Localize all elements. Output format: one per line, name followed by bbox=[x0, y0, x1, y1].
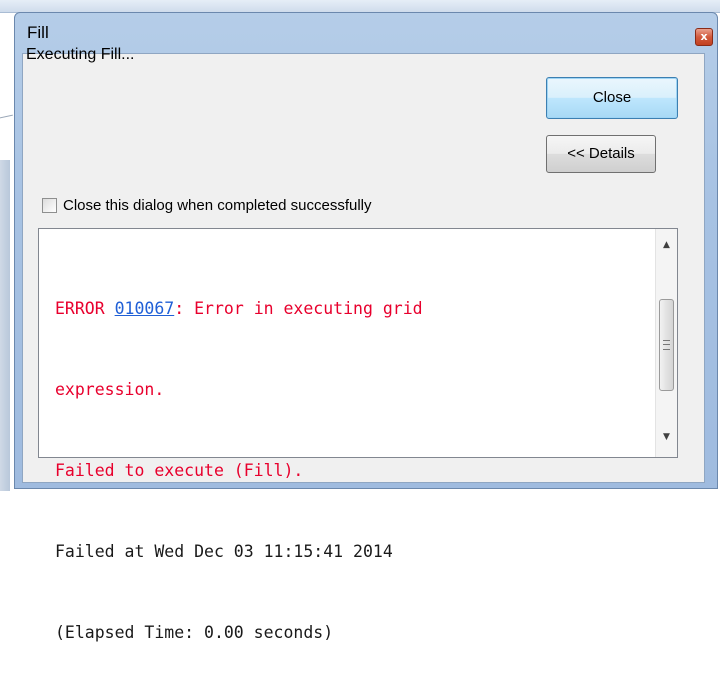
dialog-title: Fill bbox=[27, 23, 49, 42]
background-window-divider bbox=[0, 114, 15, 129]
message-line-failed-execute: Failed to execute (Fill). bbox=[55, 461, 304, 480]
scrollbar-thumb[interactable] bbox=[659, 299, 674, 391]
message-line-failed-at: Failed at Wed Dec 03 11:15:41 2014 bbox=[55, 542, 393, 561]
message-output-box[interactable]: ERROR 010067: Error in executing grid ex… bbox=[38, 228, 678, 642]
message-line-elapsed: (Elapsed Time: 0.00 seconds) bbox=[55, 623, 334, 642]
close-on-complete-row: Close this dialog when completed success… bbox=[42, 197, 372, 214]
scrollbar-grip-icon bbox=[663, 340, 670, 350]
message-line-expression: expression. bbox=[55, 380, 165, 399]
error-code-link[interactable]: 010067 bbox=[115, 299, 175, 318]
error-prefix: ERROR bbox=[55, 299, 115, 318]
error-suffix: : Error in executing grid bbox=[174, 299, 423, 318]
message-line-error: ERROR 010067: Error in executing grid bbox=[55, 295, 647, 322]
close-button[interactable]: Close bbox=[546, 77, 678, 119]
close-on-complete-checkbox[interactable] bbox=[42, 198, 57, 213]
message-content: ERROR 010067: Error in executing grid ex… bbox=[55, 241, 647, 700]
close-on-complete-label[interactable]: Close this dialog when completed success… bbox=[63, 197, 372, 214]
scroll-up-arrow-icon[interactable]: ▲ bbox=[656, 235, 677, 255]
close-icon[interactable]: x bbox=[695, 28, 713, 46]
details-button[interactable]: << Details bbox=[546, 135, 656, 173]
message-scrollbar[interactable]: ▲ ▼ bbox=[655, 229, 677, 457]
scroll-down-arrow-icon[interactable]: ▼ bbox=[656, 427, 677, 447]
background-window-left-border bbox=[0, 160, 10, 491]
status-text: Executing Fill... bbox=[26, 46, 135, 63]
